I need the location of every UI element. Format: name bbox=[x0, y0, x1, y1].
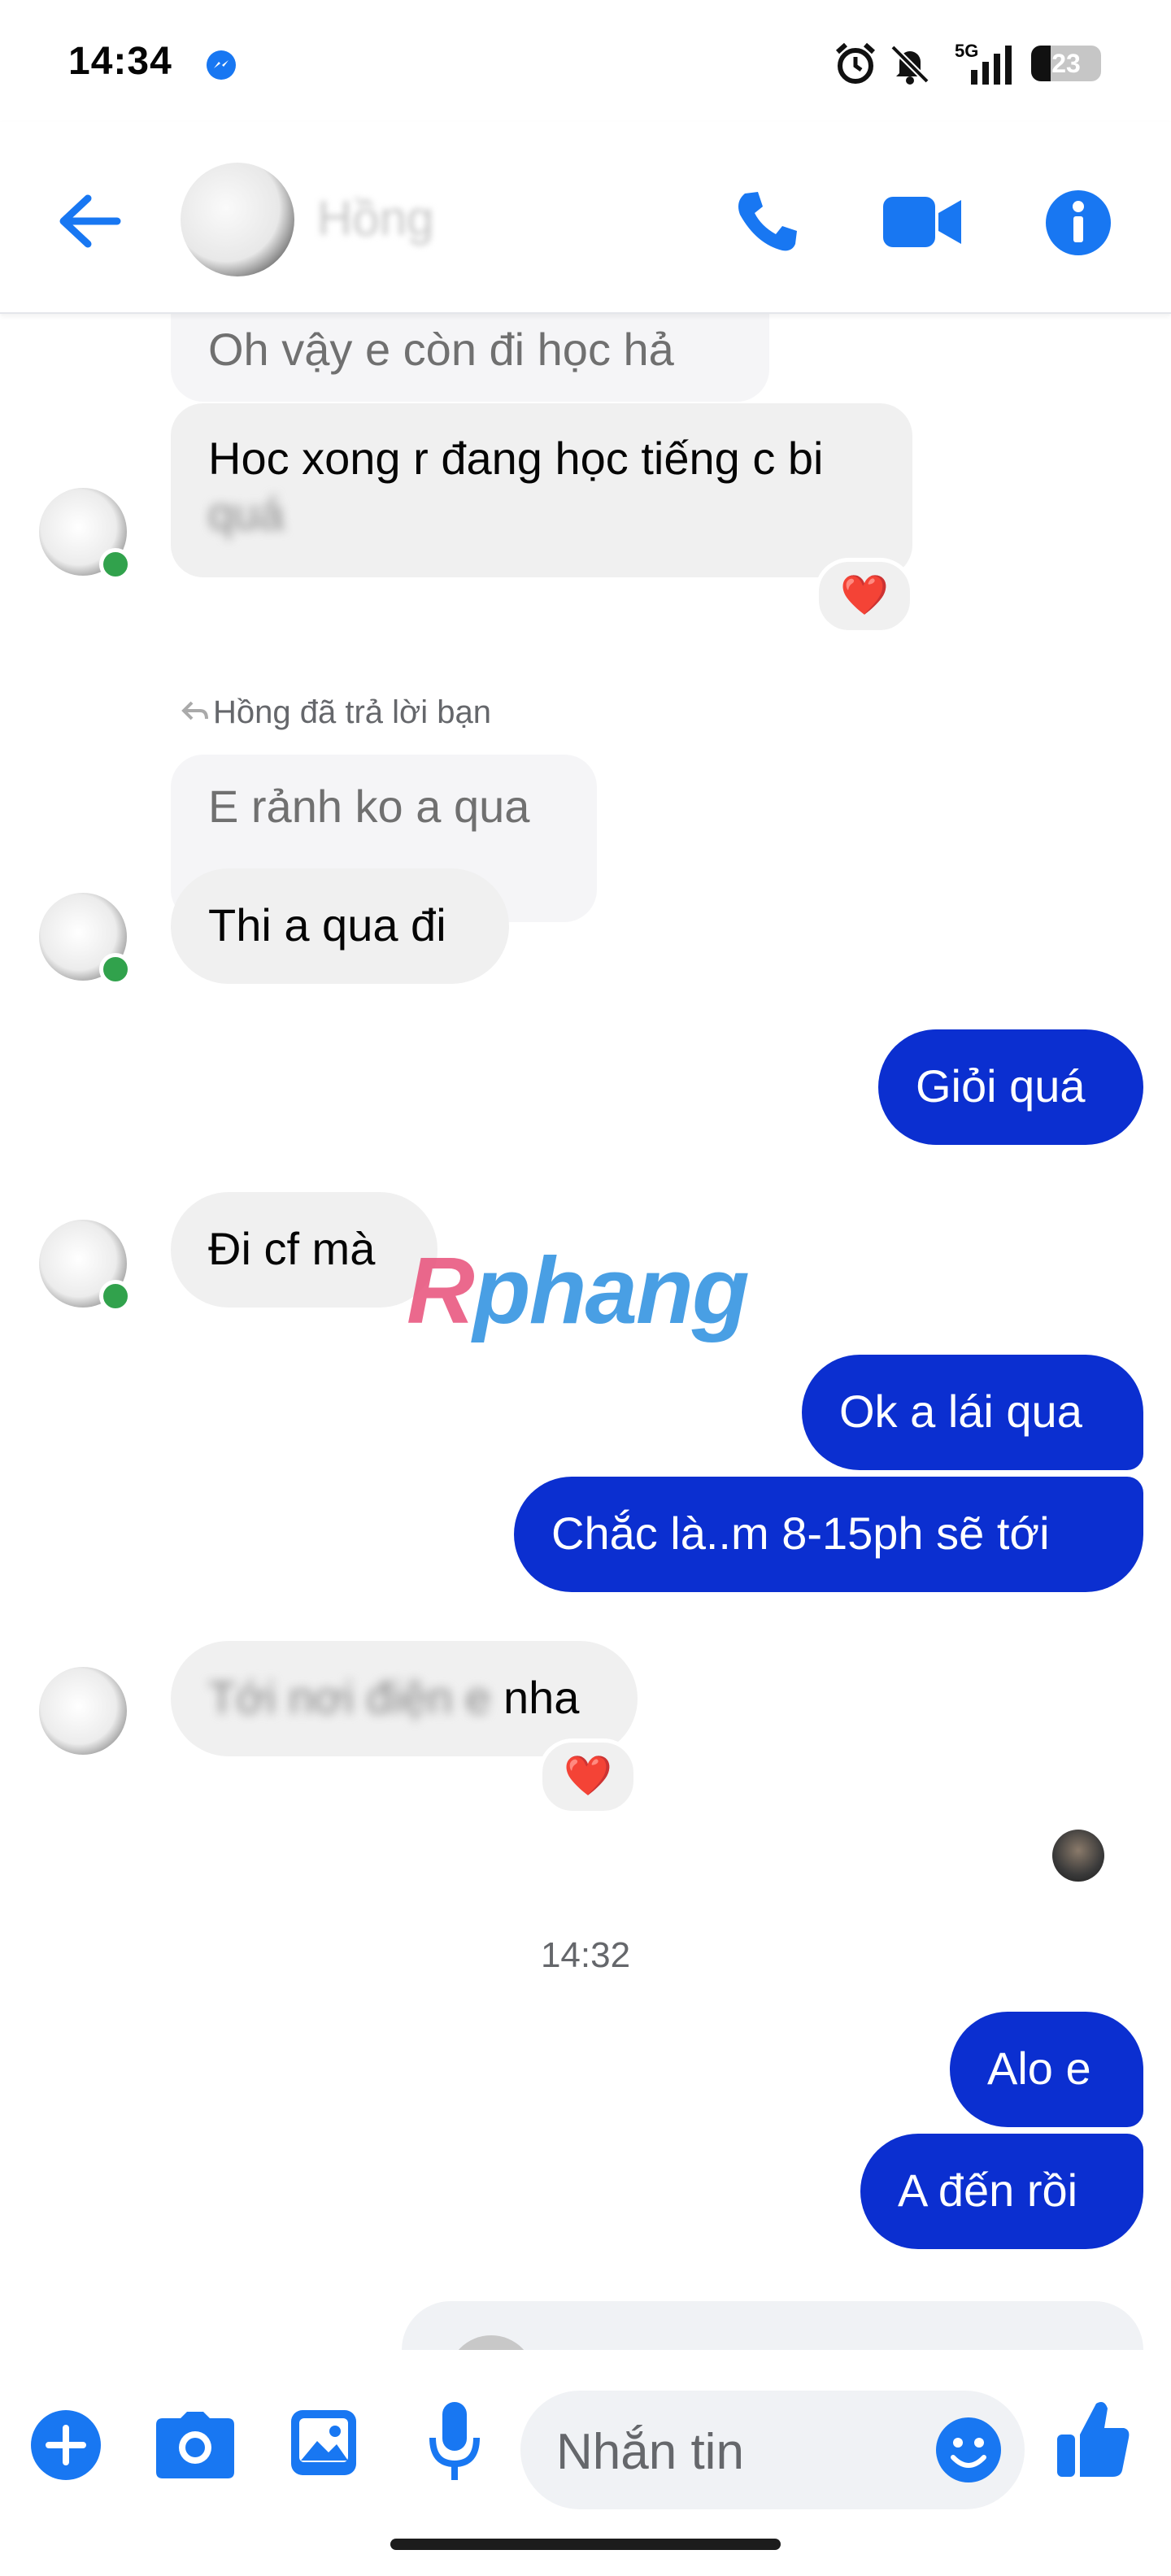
phone-icon[interactable] bbox=[732, 187, 802, 257]
microphone-icon[interactable] bbox=[428, 2402, 481, 2483]
reply-icon bbox=[181, 701, 208, 720]
message-incoming[interactable]: Hoc xong r đang học tiếng c bi quá bbox=[171, 403, 912, 577]
status-bar: 14:34 5G 23 bbox=[0, 0, 1171, 122]
message-outgoing[interactable]: Alo e bbox=[950, 2012, 1143, 2127]
online-indicator bbox=[99, 1280, 132, 1312]
camera-icon[interactable] bbox=[156, 2412, 234, 2478]
message-incoming[interactable]: Oh vậy e còn đi học hả bbox=[171, 301, 769, 402]
thumbs-up-icon[interactable] bbox=[1057, 2399, 1130, 2480]
message-composer: Nhắn tin bbox=[0, 2350, 1171, 2576]
message-input-placeholder: Nhắn tin bbox=[556, 2424, 744, 2480]
heart-reaction[interactable]: ❤️ bbox=[815, 558, 914, 634]
messenger-notification-icon bbox=[207, 50, 236, 80]
watermark-logo: Rphang bbox=[407, 1238, 750, 1343]
message-text: nha bbox=[503, 1672, 580, 1723]
contact-name[interactable]: Hồng bbox=[317, 190, 433, 246]
home-indicator[interactable] bbox=[390, 2539, 781, 2550]
message-text: Hoc xong r đang học tiếng c bi bbox=[208, 433, 824, 484]
signal-icon bbox=[971, 46, 1012, 85]
battery-icon: 23 bbox=[1031, 46, 1101, 81]
timestamp: 14:32 bbox=[540, 1935, 631, 1975]
seen-avatar bbox=[1052, 1830, 1104, 1882]
status-time: 14:34 bbox=[68, 40, 172, 83]
message-incoming[interactable]: Đi cf mà bbox=[171, 1192, 437, 1308]
info-icon[interactable] bbox=[1044, 189, 1112, 257]
conversation-header: Hồng bbox=[0, 122, 1171, 314]
message-text-blurred: Tới nơi điện e bbox=[208, 1672, 491, 1723]
back-arrow-icon[interactable] bbox=[55, 192, 124, 250]
message-incoming[interactable]: Thi a qua đi bbox=[171, 868, 509, 984]
message-outgoing[interactable]: Giỏi quá bbox=[878, 1029, 1143, 1145]
image-icon[interactable] bbox=[289, 2408, 358, 2477]
emoji-icon[interactable] bbox=[935, 2417, 1002, 2483]
message-outgoing[interactable]: Ok a lái qua bbox=[802, 1355, 1143, 1470]
heart-reaction[interactable]: ❤️ bbox=[538, 1738, 638, 1815]
message-input[interactable]: Nhắn tin bbox=[520, 2391, 1025, 2509]
reply-label: Hồng đã trả lời bạn bbox=[213, 694, 491, 730]
alarm-icon bbox=[835, 42, 876, 84]
battery-level: 23 bbox=[1051, 49, 1081, 78]
message-outgoing[interactable]: Chắc là..m 8-15ph sẽ tới bbox=[514, 1477, 1143, 1592]
contact-avatar[interactable] bbox=[39, 1667, 127, 1755]
plus-icon[interactable] bbox=[29, 2408, 102, 2482]
message-text: quá bbox=[208, 488, 285, 539]
online-indicator bbox=[99, 953, 132, 986]
contact-avatar[interactable] bbox=[181, 163, 294, 276]
message-outgoing[interactable]: A đến rồi bbox=[860, 2134, 1143, 2249]
online-indicator bbox=[99, 548, 132, 581]
mute-bell-icon bbox=[890, 45, 929, 85]
video-camera-icon[interactable] bbox=[883, 195, 963, 249]
